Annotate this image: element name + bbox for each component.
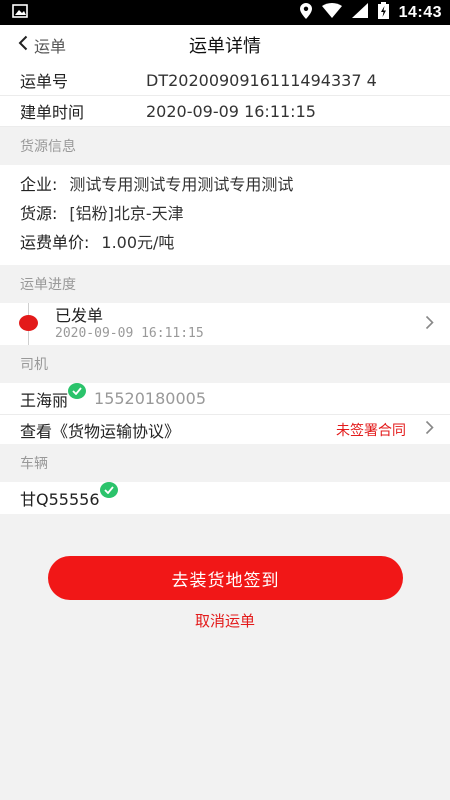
- chevron-right-icon: [425, 420, 434, 439]
- driver-phone[interactable]: 15520180005: [94, 389, 206, 408]
- progress-time: 2020-09-09 16:11:15: [55, 326, 204, 341]
- cargo-info-block: 企业: 测试专用测试专用测试专用测试 货源: [铝粉]北京-天津 运费单价: 1…: [0, 165, 450, 265]
- source-row: 货源: [铝粉]北京-天津: [0, 197, 450, 226]
- cancel-waybill-link[interactable]: 取消运单: [0, 610, 450, 631]
- page-title: 运单详情: [189, 36, 261, 57]
- battery-charging-icon: [377, 2, 389, 23]
- source-label: 货源:: [20, 203, 58, 223]
- cargo-section-header: 货源信息: [0, 127, 450, 165]
- company-label: 企业:: [20, 174, 58, 194]
- vehicle-section-header: 车辆: [0, 444, 450, 482]
- contract-status-badge: 未签署合同: [336, 422, 406, 439]
- price-row: 运费单价: 1.00元/吨: [0, 226, 450, 255]
- price-value: 1.00元/吨: [101, 232, 175, 252]
- vehicle-row: 甘Q55556: [0, 482, 450, 514]
- company-row: 企业: 测试专用测试专用测试专用测试: [0, 168, 450, 197]
- location-icon: [299, 2, 312, 23]
- driver-row: 王海丽 15520180005: [0, 382, 450, 415]
- clock: 14:43: [398, 3, 442, 21]
- driver-section-header: 司机: [0, 345, 450, 383]
- back-label: 运单: [34, 37, 67, 56]
- signal-icon: [351, 3, 368, 22]
- chevron-left-icon: [18, 35, 28, 55]
- progress-status: 已发单: [55, 306, 104, 325]
- waybill-number-row: 运单号 DT2020090916111494337 4: [0, 65, 450, 96]
- driver-name: 王海丽: [20, 390, 69, 410]
- chevron-right-icon: [425, 315, 434, 334]
- verified-check-icon: [99, 482, 118, 498]
- progress-item[interactable]: 已发单 2020-09-09 16:11:15: [0, 303, 450, 345]
- image-notification-icon: [12, 3, 28, 22]
- back-button[interactable]: 运单: [18, 25, 66, 65]
- source-value: [铝粉]北京-天津: [69, 203, 184, 223]
- vehicle-plate: 甘Q55556: [20, 490, 100, 509]
- company-value: 测试专用测试专用测试专用测试: [69, 174, 294, 194]
- status-bar: 14:43: [0, 0, 450, 25]
- waybill-number-label: 运单号: [20, 72, 69, 91]
- check-in-loading-site-button[interactable]: 去装货地签到: [48, 556, 403, 600]
- created-time-label: 建单时间: [20, 103, 85, 122]
- agreement-label: 查看《货物运输协议》: [20, 421, 181, 441]
- verified-check-icon: [68, 382, 87, 399]
- navigation-bar: 运单 运单详情: [0, 25, 450, 65]
- transport-agreement-row[interactable]: 查看《货物运输协议》 未签署合同: [0, 415, 450, 444]
- created-time-row: 建单时间 2020-09-09 16:11:15: [0, 96, 450, 127]
- waybill-number-value: DT2020090916111494337 4: [146, 70, 377, 90]
- progress-section-header: 运单进度: [0, 265, 450, 303]
- wifi-icon: [321, 3, 342, 22]
- timeline-dot: [19, 315, 38, 331]
- created-time-value: 2020-09-09 16:11:15: [146, 101, 316, 121]
- price-label: 运费单价:: [20, 232, 90, 252]
